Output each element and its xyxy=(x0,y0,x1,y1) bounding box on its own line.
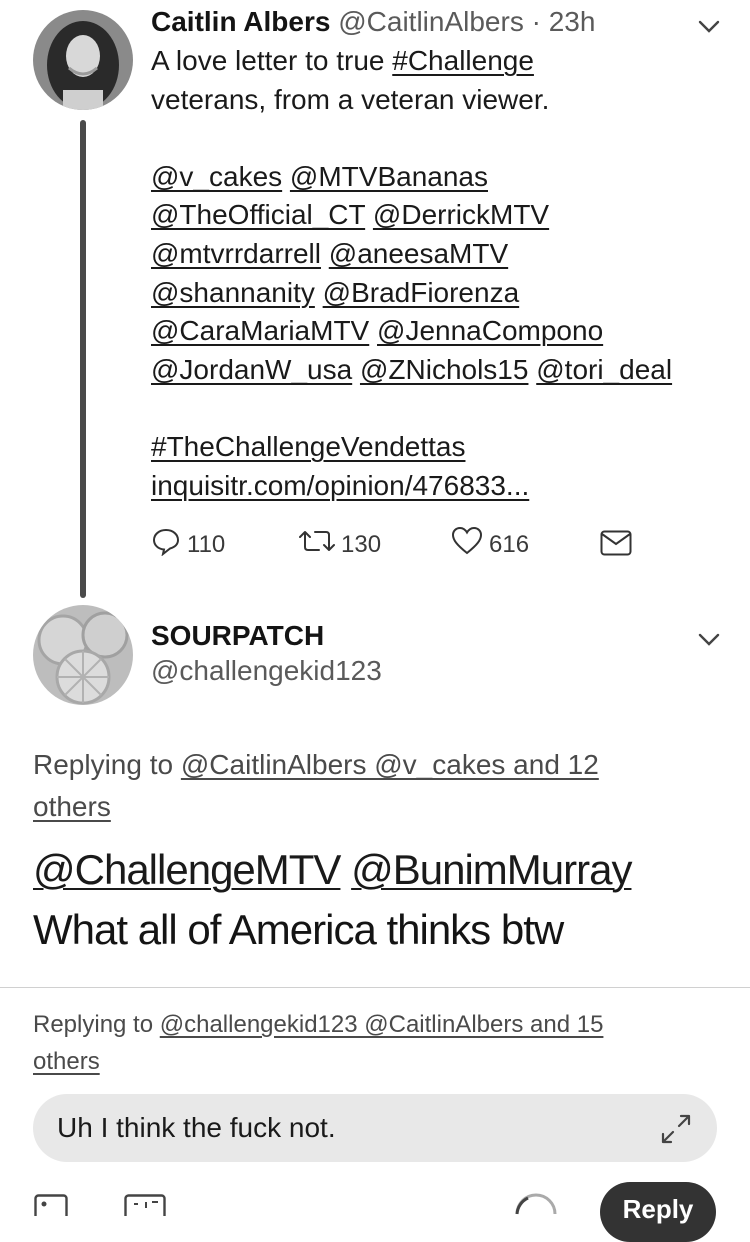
hashtag-link[interactable]: #TheChallengeVendettas xyxy=(151,431,465,462)
heart-icon xyxy=(451,526,483,563)
avatar-caitlin[interactable] xyxy=(33,10,133,110)
divider xyxy=(0,987,750,988)
reply-count: 110 xyxy=(187,530,226,558)
mention-link[interactable]: @TheOfficial_CT xyxy=(151,199,365,230)
mention-link[interactable]: @aneesaMTV xyxy=(329,238,508,269)
tweet-text: A love letter to true xyxy=(151,45,393,76)
replying-targets-link[interactable]: @CaitlinAlbers @v_cakes and 12 xyxy=(181,749,599,780)
tweet-body: A love letter to true #Challenge veteran… xyxy=(151,42,741,505)
tweet-body-large: @ChallengeMTV @BunimMurray What all of A… xyxy=(33,840,632,960)
chevron-down-icon[interactable] xyxy=(697,14,721,38)
reply-button-label: Reply xyxy=(622,1194,694,1224)
mention-link[interactable]: @shannanity xyxy=(151,277,315,308)
reply-action[interactable]: 110 xyxy=(151,526,225,563)
mention-link[interactable]: @ZNichols15 xyxy=(360,354,528,385)
replying-prefix: Replying to xyxy=(33,749,181,780)
like-action[interactable]: 616 xyxy=(451,526,529,563)
mention-link[interactable]: @JennaCompono xyxy=(377,315,603,346)
retweet-action[interactable]: 130 xyxy=(299,526,381,563)
reply-input-text[interactable]: Uh I think the fuck not. xyxy=(57,1110,336,1146)
direct-message-icon[interactable] xyxy=(600,530,632,561)
reply-icon xyxy=(151,526,181,563)
mention-link[interactable]: @mtvrrdarrell xyxy=(151,238,321,269)
reply-button[interactable]: Reply xyxy=(600,1182,716,1242)
like-count: 616 xyxy=(489,530,530,558)
avatar-sourpatch[interactable] xyxy=(33,605,133,705)
expand-icon[interactable] xyxy=(659,1112,693,1151)
retweet-icon xyxy=(299,526,335,563)
gif-icon[interactable] xyxy=(124,1194,166,1223)
mention-link[interactable]: @MTVBananas xyxy=(290,161,488,192)
thread-connector-line xyxy=(80,120,86,598)
retweet-count: 130 xyxy=(341,530,382,558)
tweet-text: veterans, from a veteran viewer. xyxy=(151,83,550,115)
character-counter-icon xyxy=(514,1192,558,1221)
article-link[interactable]: inquisitr.com/opinion/476833... xyxy=(151,470,529,501)
mention-link[interactable]: @JordanW_usa xyxy=(151,354,352,385)
author-handle[interactable]: @CaitlinAlbers xyxy=(338,6,524,37)
mention-link[interactable]: @BradFiorenza xyxy=(323,277,520,308)
mention-link[interactable]: @CaraMariaMTV xyxy=(151,315,369,346)
replying-targets-link[interactable]: @challengekid123 @CaitlinAlbers and 15 xyxy=(160,1011,604,1038)
author-name[interactable]: SOURPATCH xyxy=(151,618,324,654)
mention-link[interactable]: @ChallengeMTV xyxy=(33,846,341,893)
dot-separator: · xyxy=(523,6,549,37)
replying-to: Replying to @CaitlinAlbers @v_cakes and … xyxy=(33,744,723,828)
author-handle[interactable]: @challengekid123 xyxy=(151,653,382,689)
timestamp[interactable]: 23h xyxy=(549,6,596,37)
mention-link[interactable]: @BunimMurray xyxy=(351,846,632,893)
replying-others-link[interactable]: others xyxy=(33,1048,100,1075)
chevron-down-icon[interactable] xyxy=(697,627,721,651)
author-name[interactable]: Caitlin Albers xyxy=(151,6,330,37)
hashtag-link[interactable]: #Challenge xyxy=(392,45,534,76)
replying-prefix: Replying to xyxy=(33,1011,160,1038)
replying-others-link[interactable]: others xyxy=(33,791,111,822)
mention-link[interactable]: @v_cakes xyxy=(151,161,282,192)
composer-replying-to: Replying to @challengekid123 @CaitlinAlb… xyxy=(33,1006,733,1080)
image-icon[interactable] xyxy=(34,1194,68,1223)
reply-input[interactable]: Uh I think the fuck not. xyxy=(33,1094,717,1162)
mention-link[interactable]: @tori_deal xyxy=(536,354,672,385)
mention-link[interactable]: @DerrickMTV xyxy=(373,199,549,230)
tweet-text: What all of America thinks btw xyxy=(33,906,564,953)
